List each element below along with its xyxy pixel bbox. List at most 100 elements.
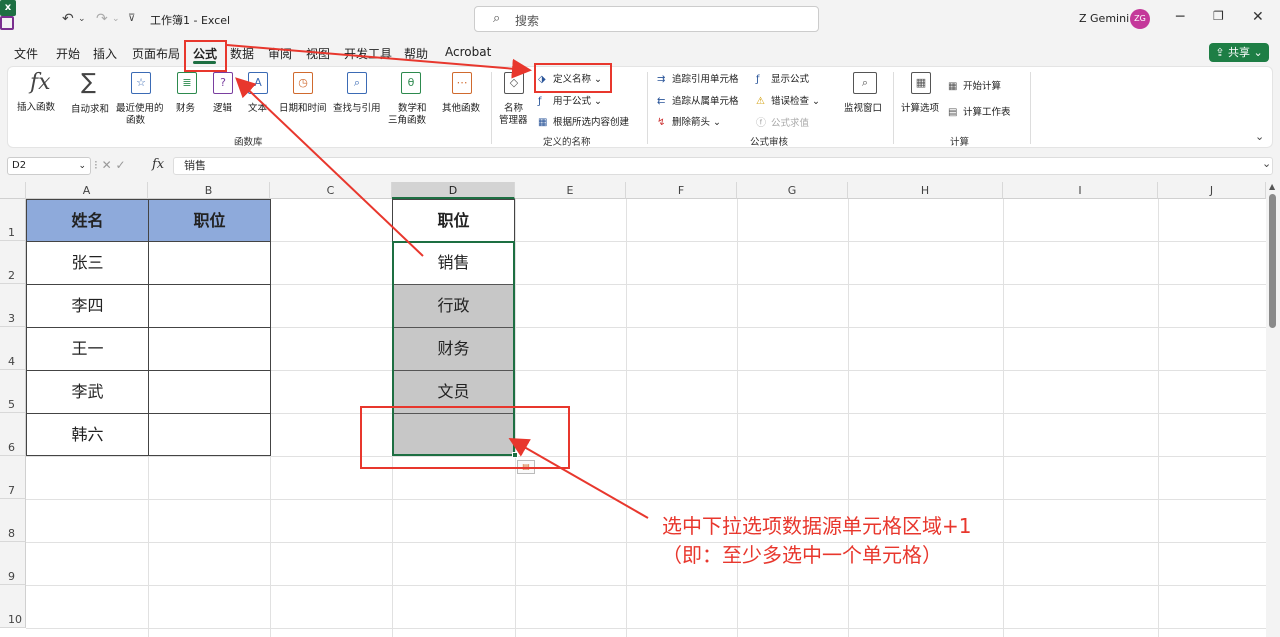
tab-acrobat[interactable]: Acrobat bbox=[445, 45, 491, 59]
row-header-4[interactable]: 4 bbox=[0, 327, 26, 370]
cell-a1[interactable]: 姓名 bbox=[26, 199, 149, 242]
more-functions-button[interactable]: 其他函数 bbox=[442, 100, 480, 114]
remove-arrows-button[interactable]: ↯ 删除箭头 ⌄ bbox=[657, 114, 721, 128]
column-header-i[interactable]: I bbox=[1003, 182, 1158, 199]
row-header-1[interactable]: 1 bbox=[0, 199, 26, 241]
customize-toolbar-icon[interactable]: ⊽ bbox=[128, 10, 135, 28]
cell-b5[interactable] bbox=[148, 370, 271, 414]
column-header-a[interactable]: A bbox=[26, 182, 148, 199]
column-header-j[interactable]: J bbox=[1158, 182, 1266, 199]
row-header-2[interactable]: 2 bbox=[0, 241, 26, 284]
column-header-d[interactable]: D bbox=[392, 182, 515, 199]
row-header-3[interactable]: 3 bbox=[0, 284, 26, 327]
cell-b1[interactable]: 职位 bbox=[148, 199, 271, 242]
insert-function-fx-icon[interactable]: fx bbox=[152, 157, 164, 172]
cell-d2[interactable]: 销售 bbox=[392, 241, 515, 284]
cell-d1[interactable]: 职位 bbox=[392, 199, 515, 242]
column-header-h[interactable]: H bbox=[848, 182, 1003, 199]
enter-icon[interactable]: ✓ bbox=[116, 158, 126, 172]
close-icon[interactable]: ✕ bbox=[1252, 9, 1264, 25]
cell-a4[interactable]: 王一 bbox=[26, 327, 149, 371]
name-box-dropdown-icon[interactable]: ⌄ bbox=[78, 158, 86, 174]
column-header-e[interactable]: E bbox=[515, 182, 626, 199]
cell-a5[interactable]: 李武 bbox=[26, 370, 149, 414]
cell-d3[interactable]: 行政 bbox=[392, 284, 515, 328]
select-all-corner[interactable] bbox=[0, 182, 26, 199]
column-header-f[interactable]: F bbox=[626, 182, 737, 199]
calc-options-button[interactable]: 计算选项 bbox=[901, 100, 939, 114]
ribbon-separator bbox=[1030, 72, 1031, 144]
expand-formula-bar-icon[interactable]: ⌄ bbox=[1262, 157, 1271, 170]
search-input[interactable]: ⌕ 搜索 bbox=[474, 6, 819, 32]
scroll-up-icon[interactable]: ▲ bbox=[1269, 182, 1275, 191]
logical-button[interactable]: 逻辑 bbox=[213, 100, 232, 114]
create-from-selection-button[interactable]: ▦ 根据所选内容创建 bbox=[538, 114, 629, 128]
define-name-button[interactable]: ⬗ 定义名称 ⌄ bbox=[538, 71, 602, 85]
scrollbar-thumb[interactable] bbox=[1269, 194, 1276, 328]
avatar[interactable]: ZG bbox=[1130, 9, 1150, 29]
name-box[interactable]: D2 ⌄ bbox=[7, 157, 91, 175]
collapse-ribbon-icon[interactable]: ⌄ bbox=[1255, 130, 1264, 143]
error-checking-button[interactable]: ⚠ 错误检查 ⌄ bbox=[756, 93, 820, 107]
tab-review[interactable]: 审阅 bbox=[268, 45, 292, 62]
cell-d6[interactable] bbox=[392, 413, 515, 456]
cell-a3[interactable]: 李四 bbox=[26, 284, 149, 328]
show-formulas-label: 显示公式 bbox=[771, 74, 810, 85]
cancel-icon[interactable]: ✕ bbox=[102, 158, 116, 172]
cell-a2[interactable]: 张三 bbox=[26, 241, 149, 285]
tab-formulas[interactable]: 公式 bbox=[193, 45, 217, 62]
redo-dropdown-icon[interactable]: ⌄ bbox=[112, 10, 120, 28]
column-header-b[interactable]: B bbox=[148, 182, 270, 199]
insert-function-button[interactable]: 插入函数 bbox=[17, 99, 55, 113]
undo-icon[interactable]: ↶ bbox=[62, 10, 74, 28]
column-header-g[interactable]: G bbox=[737, 182, 848, 199]
row-header-8[interactable]: 8 bbox=[0, 499, 26, 542]
minimize-icon[interactable]: ─ bbox=[1176, 9, 1184, 25]
lookup-button[interactable]: 查找与引用 bbox=[333, 100, 381, 114]
calc-sheet-button[interactable]: ▤ 计算工作表 bbox=[948, 104, 1011, 118]
tab-insert[interactable]: 插入 bbox=[93, 45, 117, 62]
tab-page-layout[interactable]: 页面布局 bbox=[132, 45, 180, 62]
tab-developer[interactable]: 开发工具 bbox=[344, 45, 392, 62]
datetime-button[interactable]: 日期和时间 bbox=[279, 100, 327, 114]
user-name[interactable]: Z Gemini bbox=[1079, 12, 1129, 25]
row-header-7[interactable]: 7 bbox=[0, 456, 26, 499]
trace-precedents-button[interactable]: ⇉ 追踪引用单元格 bbox=[657, 71, 739, 85]
redo-icon[interactable]: ↷ bbox=[96, 10, 108, 28]
worksheet-grid[interactable]: A B C D E F G H I J 1 2 3 4 5 6 7 8 9 10… bbox=[0, 182, 1280, 637]
tab-data[interactable]: 数据 bbox=[230, 45, 254, 62]
restore-icon[interactable]: ❐ bbox=[1213, 9, 1224, 23]
use-in-formula-button[interactable]: ƒ 用于公式 ⌄ bbox=[538, 93, 602, 107]
quick-analysis-icon[interactable]: ▤ bbox=[517, 460, 535, 474]
cell-b6[interactable] bbox=[148, 413, 271, 456]
cell-b2[interactable] bbox=[148, 241, 271, 285]
row-header-5[interactable]: 5 bbox=[0, 370, 26, 413]
show-formulas-button[interactable]: ƒ 显示公式 bbox=[756, 71, 809, 85]
trace-dependents-button[interactable]: ⇇ 追踪从属单元格 bbox=[657, 93, 739, 107]
tab-file[interactable]: 文件 bbox=[14, 45, 38, 62]
cell-d5[interactable]: 文员 bbox=[392, 370, 515, 414]
save-icon[interactable] bbox=[0, 16, 14, 30]
evaluate-formula-button[interactable]: ⓕ 公式求值 bbox=[756, 114, 809, 129]
vertical-scrollbar[interactable]: ▲ bbox=[1266, 182, 1280, 637]
row-header-6[interactable]: 6 bbox=[0, 413, 26, 456]
autosum-button[interactable]: 自动求和 bbox=[71, 101, 109, 115]
row-header-10[interactable]: 10 bbox=[0, 585, 26, 628]
cell-b4[interactable] bbox=[148, 327, 271, 371]
watch-window-button[interactable]: 监视窗口 bbox=[844, 100, 882, 114]
column-header-c[interactable]: C bbox=[270, 182, 392, 199]
undo-dropdown-icon[interactable]: ⌄ bbox=[78, 10, 86, 28]
cell-d4[interactable]: 财务 bbox=[392, 327, 515, 371]
financial-button[interactable]: 财务 bbox=[176, 100, 195, 114]
formula-input[interactable]: 销售 bbox=[173, 157, 1273, 175]
cell-a6[interactable]: 韩六 bbox=[26, 413, 149, 456]
tab-view[interactable]: 视图 bbox=[306, 45, 330, 62]
cell-b3[interactable] bbox=[148, 284, 271, 328]
text-button[interactable]: 文本 bbox=[248, 100, 267, 114]
calc-now-button[interactable]: ▦ 开始计算 bbox=[948, 78, 1001, 92]
fill-handle[interactable] bbox=[512, 452, 518, 458]
tab-home[interactable]: 开始 bbox=[56, 45, 80, 62]
tab-help[interactable]: 帮助 bbox=[404, 45, 428, 62]
row-header-9[interactable]: 9 bbox=[0, 542, 26, 585]
share-button[interactable]: ⇪ 共享 ⌄ bbox=[1209, 43, 1269, 62]
